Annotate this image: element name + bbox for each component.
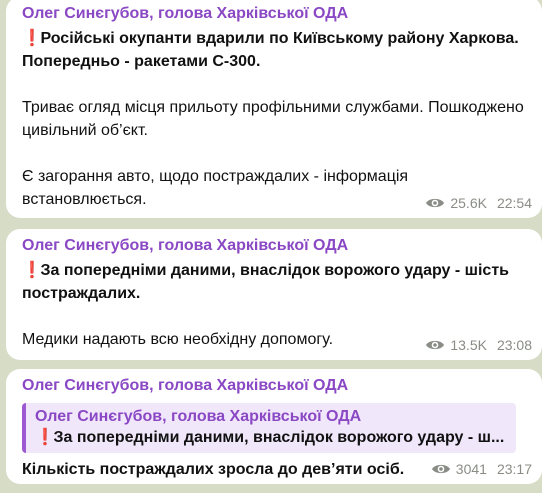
sender-name[interactable]: Олег Синєгубов, голова Харківської ОДА: [22, 376, 528, 396]
reply-sender-name: Олег Синєгубов, голова Харківської ОДА: [35, 408, 362, 425]
sender-name[interactable]: Олег Синєгубов, голова Харківської ОДА: [22, 236, 528, 256]
eye-icon: [426, 340, 445, 350]
reply-quote[interactable]: Олег Синєгубов, голова Харківської ОДА ❗…: [22, 403, 516, 453]
message-time: 23:17: [496, 461, 532, 477]
message-headline: ❗ Російські окупанти вдарили по Київсько…: [22, 27, 528, 73]
message-meta: 13.5K 23:08: [425, 337, 532, 353]
message-meta: 25.6K 22:54: [425, 195, 532, 211]
message-bubble[interactable]: Олег Синєгубов, голова Харківської ОДА ❗…: [6, 0, 542, 218]
view-count: 3041: [455, 461, 487, 477]
view-count: 25.6K: [450, 195, 487, 211]
sender-name[interactable]: Олег Синєгубов, голова Харківської ОДА: [22, 4, 528, 24]
eye-icon: [431, 464, 450, 474]
message-time: 22:54: [496, 195, 532, 211]
view-count: 13.5K: [450, 337, 487, 353]
reply-text-content: За попередніми даними, внаслідок ворожог…: [53, 429, 505, 446]
exclamation-icon: ❗: [22, 30, 42, 47]
message-paragraph: Триває огляд місця прильоту профільними …: [22, 99, 524, 139]
eye-icon: [426, 198, 445, 208]
headline-text: Російські окупанти вдарили по Київському…: [22, 30, 519, 70]
message-bubble[interactable]: Олег Синєгубов, голова Харківської ОДА О…: [6, 369, 542, 484]
message-meta: 3041 23:17: [431, 461, 532, 477]
message-bubble[interactable]: Олег Синєгубов, голова Харківської ОДА ❗…: [6, 229, 542, 360]
message-headline: ❗ За попередніми даними, внаслідок ворож…: [22, 259, 528, 305]
headline-text: За попередніми даними, внаслідок ворожог…: [22, 262, 509, 302]
exclamation-icon: ❗: [35, 429, 55, 446]
message-time: 23:08: [496, 337, 532, 353]
reply-text: ❗ За попередніми даними, внаслідок ворож…: [35, 427, 508, 449]
exclamation-icon: ❗: [22, 262, 42, 279]
message-text: ❗ Російські окупанти вдарили по Київсько…: [22, 27, 528, 211]
